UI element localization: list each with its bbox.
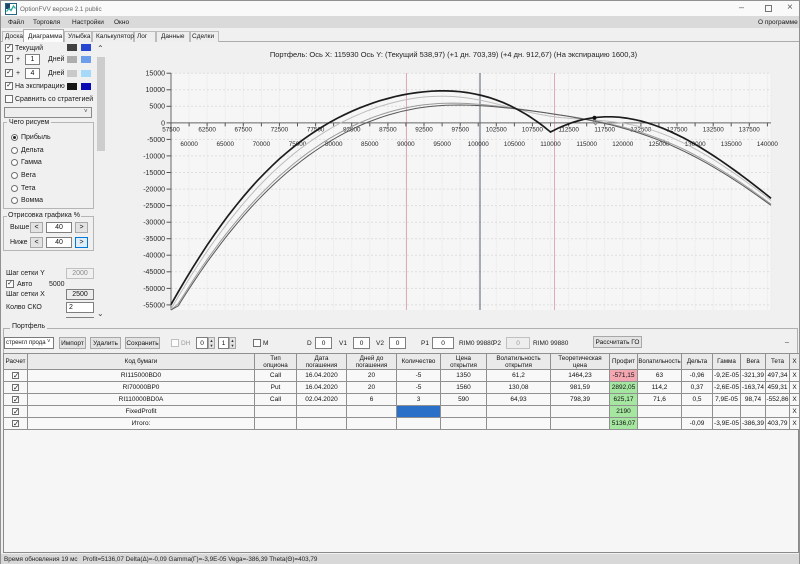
svg-text:135000: 135000 [721, 141, 743, 148]
svg-text:115000: 115000 [576, 141, 597, 148]
svg-text:92500: 92500 [415, 127, 433, 134]
svg-text:-5000: -5000 [147, 137, 165, 144]
svg-text:-20000: -20000 [143, 187, 165, 194]
svg-text:90000: 90000 [397, 141, 415, 148]
svg-text:-50000: -50000 [143, 286, 165, 293]
svg-text:97500: 97500 [451, 127, 469, 134]
svg-text:57500: 57500 [162, 127, 180, 134]
svg-text:117500: 117500 [594, 127, 615, 134]
svg-text:137500: 137500 [739, 127, 761, 134]
svg-text:110000: 110000 [540, 141, 561, 148]
svg-text:15000: 15000 [146, 71, 166, 78]
svg-text:95000: 95000 [433, 141, 451, 148]
svg-text:65000: 65000 [216, 141, 234, 148]
svg-text:127500: 127500 [666, 127, 688, 134]
svg-text:70000: 70000 [253, 141, 271, 148]
svg-text:-35000: -35000 [143, 236, 165, 243]
svg-text:-40000: -40000 [143, 253, 165, 260]
svg-text:-55000: -55000 [143, 302, 165, 309]
svg-text:100000: 100000 [468, 141, 490, 148]
svg-text:5000: 5000 [149, 104, 165, 111]
svg-text:-45000: -45000 [143, 269, 165, 276]
svg-text:67500: 67500 [235, 127, 253, 134]
svg-text:132500: 132500 [703, 127, 725, 134]
svg-text:80000: 80000 [325, 141, 343, 148]
svg-text:87500: 87500 [379, 127, 397, 134]
svg-text:-10000: -10000 [143, 153, 165, 160]
svg-text:-15000: -15000 [143, 170, 165, 177]
svg-text:72500: 72500 [271, 127, 289, 134]
svg-text:140000: 140000 [757, 141, 779, 148]
svg-text:-25000: -25000 [143, 203, 165, 210]
svg-text:62500: 62500 [198, 127, 216, 134]
svg-text:120000: 120000 [612, 141, 634, 148]
svg-text:60000: 60000 [180, 141, 198, 148]
svg-text:85000: 85000 [361, 141, 379, 148]
svg-text:10000: 10000 [146, 87, 166, 94]
svg-text:-30000: -30000 [143, 220, 165, 227]
svg-text:107500: 107500 [522, 127, 544, 134]
svg-text:105000: 105000 [504, 141, 526, 148]
svg-text:102500: 102500 [486, 127, 508, 134]
